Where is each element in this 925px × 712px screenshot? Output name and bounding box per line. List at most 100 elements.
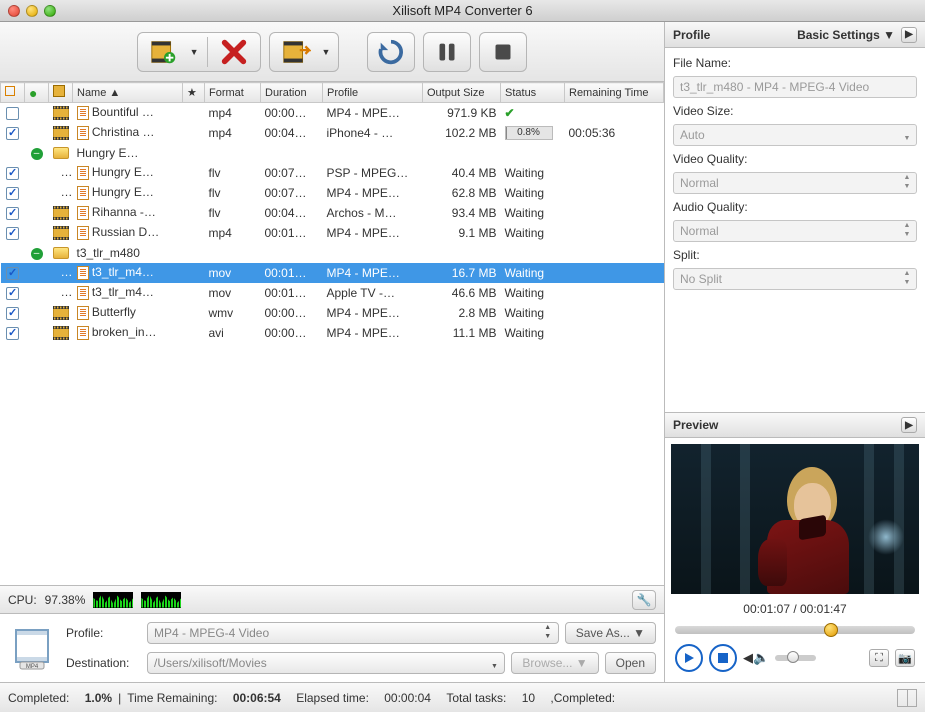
video-icon xyxy=(53,126,69,140)
column-header[interactable]: Duration xyxy=(261,83,323,103)
file-list[interactable]: ● Name ▲★FormatDurationProfileOutput Size… xyxy=(0,82,664,585)
volume-icon[interactable]: ◀🔈 xyxy=(743,650,769,666)
collapse-icon[interactable]: – xyxy=(31,248,43,260)
checkbox[interactable] xyxy=(6,167,19,180)
table-row[interactable]: t3_tlr_m4…mov00:01…Apple TV -…46.6 MBWai… xyxy=(1,283,664,303)
doc-icon xyxy=(77,206,89,220)
checkbox[interactable] xyxy=(6,307,19,320)
done-icon: ✔ xyxy=(505,106,515,120)
file-name: t3_tlr_m4… xyxy=(92,285,154,299)
dropdown-icon[interactable]: ▼ xyxy=(322,47,331,57)
doc-icon xyxy=(77,326,89,340)
checkbox[interactable] xyxy=(6,107,19,120)
doc-icon xyxy=(77,286,89,300)
stop-button[interactable] xyxy=(479,32,527,72)
dropdown-icon[interactable]: ▼ xyxy=(190,47,199,57)
file-name: Christina … xyxy=(92,125,155,139)
cpu-graph-1 xyxy=(93,592,133,608)
table-row[interactable]: – Hungry E… xyxy=(1,143,664,163)
settings-button[interactable]: 🔧 xyxy=(632,590,656,610)
table-row[interactable]: Butterflywmv00:00…MP4 - MPE…2.8 MBWaitin… xyxy=(1,303,664,323)
cpu-value: 97.38% xyxy=(45,593,86,607)
stop-preview-button[interactable] xyxy=(709,644,737,672)
preview-header: Preview ▶ xyxy=(665,412,925,438)
checkbox[interactable] xyxy=(6,327,19,340)
layout-toggle[interactable] xyxy=(897,689,917,707)
pause-button[interactable] xyxy=(423,32,471,72)
add-profile-button[interactable] xyxy=(278,35,314,69)
video-icon xyxy=(53,226,69,240)
add-files-button[interactable] xyxy=(146,35,182,69)
column-header[interactable]: Remaining Time xyxy=(565,83,664,103)
file-name: Hungry E… xyxy=(92,165,154,179)
table-row[interactable]: –t3_tlr_m480 xyxy=(1,243,664,263)
video-size-label: Video Size: xyxy=(673,104,917,118)
video-size-input[interactable]: Auto▼ xyxy=(673,124,917,146)
audio-quality-input[interactable]: Normal▲▼ xyxy=(673,220,917,242)
doc-icon xyxy=(77,106,89,120)
video-icon xyxy=(53,106,69,120)
table-row[interactable]: broken_in…avi00:00…MP4 - MPE…11.1 MBWait… xyxy=(1,323,664,343)
doc-icon xyxy=(77,266,89,280)
table-row[interactable]: t3_tlr_m4…mov00:01…MP4 - MPE…16.7 MBWait… xyxy=(1,263,664,283)
file-name: Butterfly xyxy=(92,305,136,319)
file-name: t3_tlr_m4… xyxy=(92,265,154,279)
checkbox[interactable] xyxy=(6,127,19,140)
open-button[interactable]: Open xyxy=(605,652,656,674)
column-header[interactable]: Name ▲ xyxy=(73,83,183,103)
collapse-profile-button[interactable]: ▶ xyxy=(901,27,917,43)
table-row[interactable]: Christina …mp400:04…iPhone4 - …102.2 MB0… xyxy=(1,123,664,143)
video-quality-input[interactable]: Normal▲▼ xyxy=(673,172,917,194)
checkbox[interactable] xyxy=(6,227,19,240)
video-icon xyxy=(53,206,69,220)
table-row[interactable]: Hungry E…flv00:07…MP4 - MPE…62.8 MBWaiti… xyxy=(1,183,664,203)
titlebar: Xilisoft MP4 Converter 6 xyxy=(0,0,925,22)
file-name: Hungry E… xyxy=(77,146,139,160)
table-row[interactable]: Hungry E…flv00:07…PSP - MPEG…40.4 MBWait… xyxy=(1,163,664,183)
profile-combo[interactable]: MP4 - MPEG-4 Video▲▼ xyxy=(147,622,559,644)
preview-time: 00:01:07 / 00:01:47 xyxy=(671,598,919,620)
collapse-icon[interactable]: – xyxy=(31,148,43,160)
preview-video[interactable] xyxy=(671,444,919,594)
doc-icon xyxy=(77,126,89,140)
mp4-icon: MP4 xyxy=(8,624,56,672)
bottom-controls: MP4 Profile: MP4 - MPEG-4 Video▲▼ Save A… xyxy=(0,613,664,682)
checkbox[interactable] xyxy=(6,287,19,300)
folder-icon xyxy=(53,247,69,259)
play-button[interactable] xyxy=(675,644,703,672)
profile-label: Profile: xyxy=(66,626,141,640)
checkbox[interactable] xyxy=(6,207,19,220)
split-input[interactable]: No Split▲▼ xyxy=(673,268,917,290)
remove-button[interactable] xyxy=(216,35,252,69)
column-header[interactable]: Output Size xyxy=(423,83,501,103)
column-header[interactable]: ★ xyxy=(183,83,205,103)
column-header[interactable]: ● xyxy=(25,83,49,103)
browse-button[interactable]: Browse... ▼ xyxy=(511,652,598,674)
seek-bar[interactable] xyxy=(675,626,915,634)
table-row[interactable]: Russian D…mp400:01…MP4 - MPE…9.1 MBWaiti… xyxy=(1,223,664,243)
file-name-input[interactable]: t3_tlr_m480 - MP4 - MPEG-4 Video xyxy=(673,76,917,98)
destination-combo[interactable]: /Users/xilisoft/Movies▼ xyxy=(147,652,505,674)
checkbox[interactable] xyxy=(6,187,19,200)
doc-icon xyxy=(77,306,89,320)
split-label: Split: xyxy=(673,248,917,262)
column-header[interactable] xyxy=(49,83,73,103)
volume-slider[interactable] xyxy=(775,655,816,661)
svg-text:MP4: MP4 xyxy=(26,664,39,670)
video-icon xyxy=(53,306,69,320)
file-name: broken_in… xyxy=(92,325,157,339)
save-as-button[interactable]: Save As... ▼ xyxy=(565,622,656,644)
convert-button[interactable] xyxy=(367,32,415,72)
collapse-preview-button[interactable]: ▶ xyxy=(901,417,917,433)
progress-bar: 0.8% xyxy=(505,126,553,140)
column-header[interactable]: Status xyxy=(501,83,565,103)
column-header[interactable]: Profile xyxy=(323,83,423,103)
snapshot-button[interactable]: 📷 xyxy=(895,649,915,667)
column-header[interactable]: Format xyxy=(205,83,261,103)
fullscreen-button[interactable]: ⛶ xyxy=(869,649,889,667)
basic-settings-dropdown[interactable]: Basic Settings ▼ xyxy=(797,28,895,42)
table-row[interactable]: Bountiful …mp400:00…MP4 - MPE…971.9 KB✔ xyxy=(1,103,664,123)
table-row[interactable]: Rihanna -…flv00:04…Archos - M…93.4 MBWai… xyxy=(1,203,664,223)
column-header[interactable] xyxy=(1,83,25,103)
checkbox[interactable] xyxy=(6,267,19,280)
